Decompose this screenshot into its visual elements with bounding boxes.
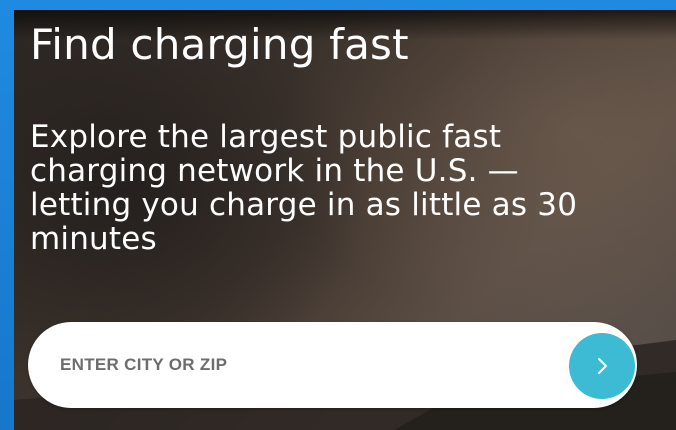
hero-title: Find charging fast: [30, 20, 409, 69]
hero-banner: Find charging fast Explore the largest p…: [14, 10, 676, 430]
page-frame: Find charging fast Explore the largest p…: [0, 0, 676, 430]
search-submit-button[interactable]: [569, 333, 635, 399]
search-bar: [28, 322, 637, 408]
city-zip-search-input[interactable]: [60, 344, 540, 386]
hero-description: Explore the largest public fast charging…: [30, 119, 578, 257]
chevron-right-icon: [598, 358, 607, 374]
